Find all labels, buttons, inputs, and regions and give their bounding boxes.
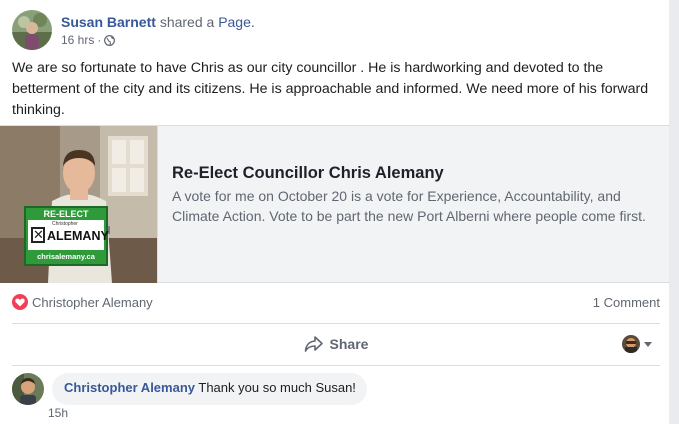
share-icon	[304, 335, 324, 353]
comment-timestamp[interactable]: 15h	[48, 406, 68, 420]
scrollbar-track[interactable]	[669, 0, 679, 424]
link-card-description: A vote for me on October 20 is a vote fo…	[172, 188, 646, 224]
shared-page-card[interactable]: RE-ELECT Christopher ✕ ALEMANY chrisalem…	[0, 125, 669, 283]
sign-small-text: Christopher	[52, 221, 78, 227]
shared-action-text: shared a	[159, 13, 215, 30]
commenter-avatar[interactable]	[12, 373, 44, 405]
link-card-title[interactable]: Re-Elect Councillor Chris Alemany	[172, 162, 652, 184]
post-header: Susan Barnett shared a Page. 16 hrs ·	[12, 10, 255, 50]
viewer-avatar	[622, 335, 640, 353]
sign-top-text: RE-ELECT	[43, 209, 89, 219]
sign-name-text: ALEMANY	[47, 229, 109, 243]
sign-site-text: chrisalemany.ca	[37, 252, 95, 261]
author-name-link[interactable]: Susan Barnett	[61, 14, 156, 30]
author-avatar[interactable]	[12, 10, 52, 50]
globe-icon[interactable]	[104, 34, 116, 46]
divider	[12, 323, 660, 324]
share-button[interactable]: Share	[304, 335, 369, 353]
actions-bar: Share	[12, 327, 660, 361]
comment-item: Christopher Alemany Thank you so much Su…	[12, 373, 367, 405]
shared-page-link[interactable]: Page.	[218, 14, 255, 30]
post-as-selector[interactable]	[622, 335, 652, 353]
link-card-image[interactable]: RE-ELECT Christopher ✕ ALEMANY chrisalem…	[0, 126, 158, 283]
reactions-summary[interactable]: Christopher Alemany	[12, 294, 153, 310]
comment-count-link[interactable]: 1 Comment	[593, 295, 660, 310]
comment-text: Thank you so much Susan!	[198, 380, 356, 395]
heart-icon	[12, 294, 28, 310]
campaign-sign: RE-ELECT Christopher ✕ ALEMANY chrisalem…	[24, 206, 109, 266]
share-label: Share	[329, 336, 369, 352]
comment-bubble: Christopher Alemany Thank you so much Su…	[52, 373, 367, 405]
reactions-bar: Christopher Alemany 1 Comment	[12, 291, 660, 313]
ballot-box-icon: ✕	[31, 227, 45, 243]
caret-down-icon	[644, 341, 652, 347]
meta-separator: ·	[97, 32, 102, 47]
divider	[12, 365, 660, 366]
reactor-name[interactable]: Christopher Alemany	[32, 295, 153, 310]
post-body-text: We are so fortunate to have Chris as our…	[12, 60, 649, 118]
post-timestamp[interactable]: 16 hrs	[61, 32, 94, 48]
comment-author-link[interactable]: Christopher Alemany	[64, 380, 195, 395]
